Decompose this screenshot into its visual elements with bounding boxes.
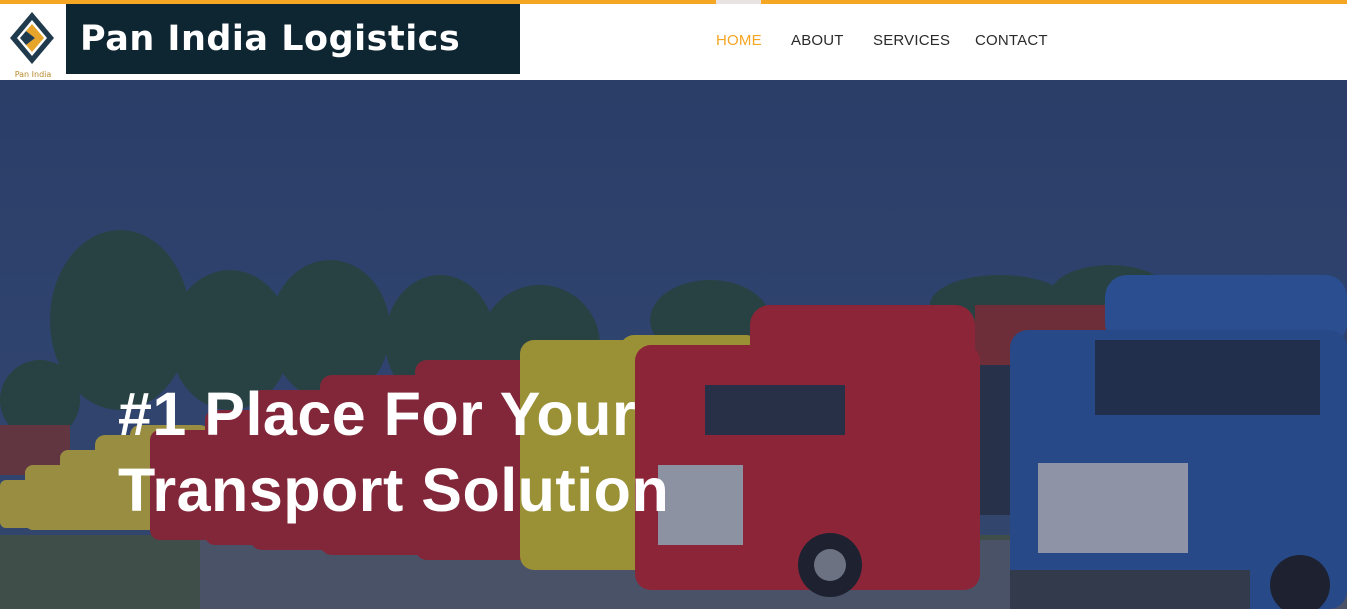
hero-title-line-1: #1 Place For Your	[118, 380, 637, 448]
nav-item-home[interactable]: HOME	[716, 32, 762, 49]
nav-item-contact[interactable]: CONTACT	[975, 32, 1048, 49]
logo-mark-icon[interactable]: Pan India	[6, 10, 58, 80]
nav-item-services[interactable]: SERVICES	[873, 32, 950, 49]
hero-title-line-2: Transport Solution	[118, 456, 670, 524]
site-header: Pan India Pan India Logistics HOME ABOUT…	[0, 4, 1347, 80]
brand-name: Pan India Logistics	[80, 19, 461, 59]
hero-title: #1 Place For Your Transport Solution	[118, 376, 669, 528]
logo-caption: Pan India	[14, 70, 52, 79]
hero-banner: #1 Place For Your Transport Solution	[0, 80, 1347, 609]
hero-background-image	[0, 80, 1347, 609]
nav-item-about[interactable]: ABOUT	[791, 32, 844, 49]
logo-wordmark[interactable]: Pan India Logistics	[66, 4, 520, 74]
